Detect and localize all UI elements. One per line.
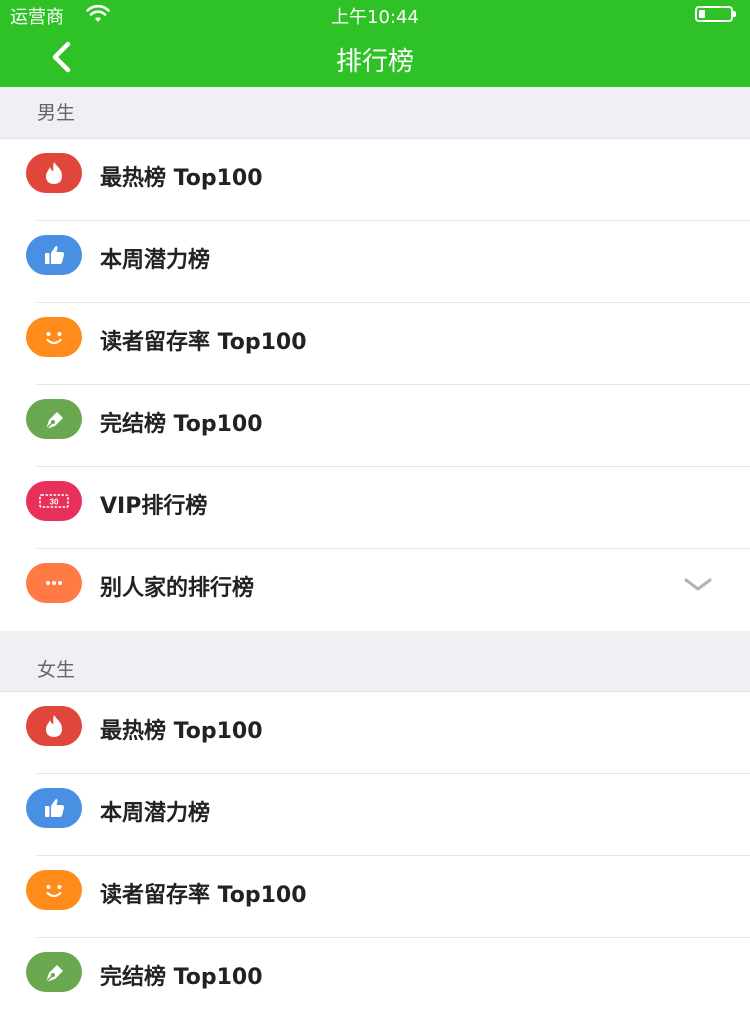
list-item[interactable]: 最热榜 Top100 <box>0 139 750 221</box>
list-item-label: VIP排行榜 <box>100 494 208 519</box>
list-item-label: 最热榜 Top100 <box>100 719 263 744</box>
list-item-expandable[interactable]: 别人家的排行榜 <box>0 549 750 631</box>
list-item[interactable]: 完结榜 Top100 <box>0 938 750 1020</box>
vip-ticket-icon: 30 <box>26 481 82 521</box>
flame-icon <box>26 706 82 746</box>
vip-ticket-value: 30 <box>50 498 59 507</box>
nav-bar: 排行榜 <box>0 30 750 87</box>
section-header-male: 男生 <box>0 87 750 139</box>
battery-icon <box>695 6 736 22</box>
list-item[interactable]: 本周潜力榜 <box>0 774 750 856</box>
list-item[interactable]: 30 VIP排行榜 <box>0 467 750 549</box>
list-item[interactable]: 本周潜力榜 <box>0 221 750 303</box>
ranking-list-female: 最热榜 Top100 本周潜力榜 读者留存率 Top100 完结榜 Top100 <box>0 692 750 1020</box>
pen-icon <box>26 952 82 992</box>
list-item-label: 本周潜力榜 <box>100 248 211 273</box>
list-item-label: 本周潜力榜 <box>100 801 211 826</box>
list-item[interactable]: 读者留存率 Top100 <box>0 303 750 385</box>
more-dots-icon <box>26 563 82 603</box>
list-item[interactable]: 完结榜 Top100 <box>0 385 750 467</box>
smile-icon <box>26 317 82 357</box>
list-item[interactable]: 最热榜 Top100 <box>0 692 750 774</box>
list-item[interactable]: 读者留存率 Top100 <box>0 856 750 938</box>
ranking-list-male: 最热榜 Top100 本周潜力榜 读者留存率 Top100 完结榜 Top100 <box>0 139 750 631</box>
ranking-list: 男生 最热榜 Top100 本周潜力榜 读者留存率 Top100 完结榜 Top… <box>0 87 750 1020</box>
chevron-down-icon[interactable] <box>683 575 713 595</box>
thumbs-up-icon <box>26 788 82 828</box>
pen-icon <box>26 399 82 439</box>
list-item-label: 读者留存率 Top100 <box>100 883 307 908</box>
list-item-label: 最热榜 Top100 <box>100 166 263 191</box>
page-title: 排行榜 <box>335 47 414 77</box>
list-item-label: 完结榜 Top100 <box>100 412 263 437</box>
thumbs-up-icon <box>26 235 82 275</box>
status-time: 上午10:44 <box>331 7 419 28</box>
list-item-label: 完结榜 Top100 <box>100 965 263 990</box>
battery-level <box>699 10 705 18</box>
app-header: 运营商 上午10:44 排行榜 <box>0 0 750 87</box>
status-bar: 运营商 上午10:44 <box>0 0 750 30</box>
section-header-female: 女生 <box>0 631 750 692</box>
list-item-label: 读者留存率 Top100 <box>100 330 307 355</box>
smile-icon <box>26 870 82 910</box>
list-item-label: 别人家的排行榜 <box>100 576 255 601</box>
flame-icon <box>26 153 82 193</box>
